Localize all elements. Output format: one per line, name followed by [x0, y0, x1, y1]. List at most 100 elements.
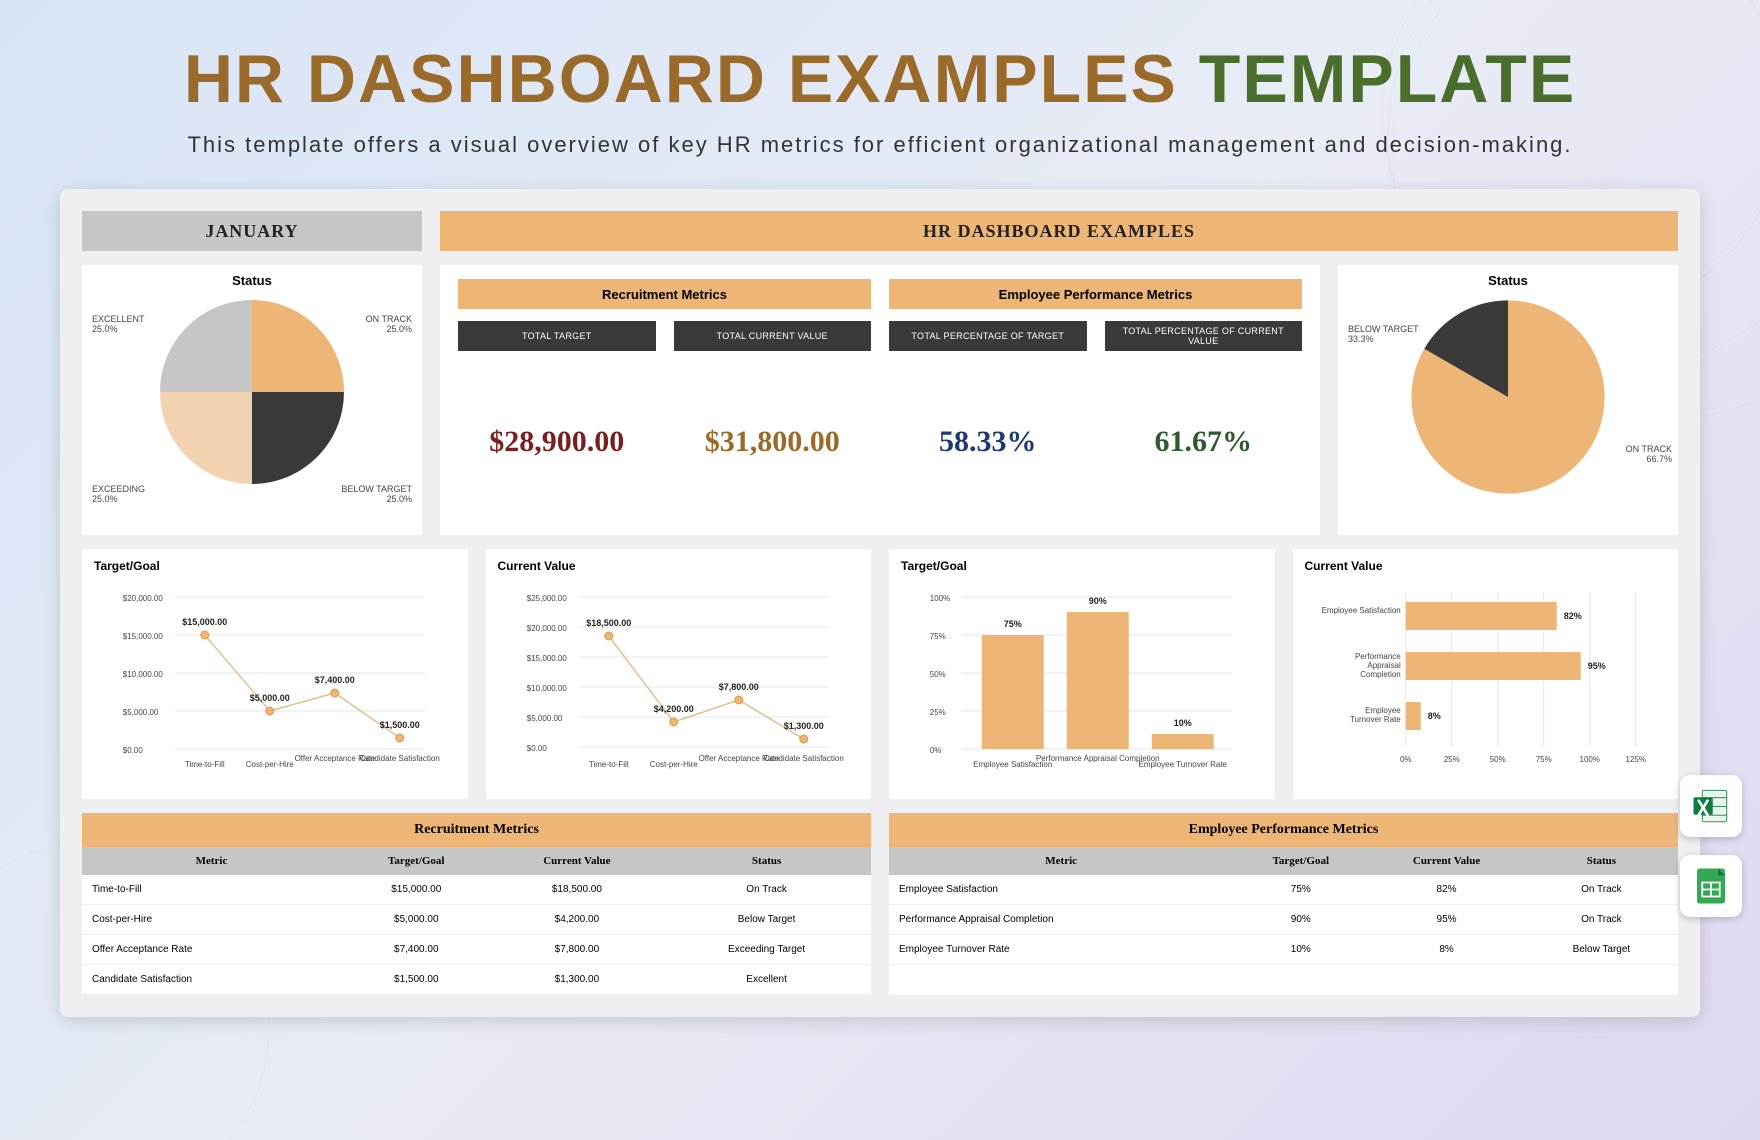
pie1-label-below: BELOW TARGET25.0%: [341, 485, 412, 505]
svg-text:Candidate Satisfaction: Candidate Satisfaction: [360, 754, 440, 763]
svg-text:$10,000.00: $10,000.00: [123, 670, 164, 679]
svg-text:75%: 75%: [1535, 755, 1551, 764]
metric-sub-total-current: TOTAL CURRENT VALUE: [674, 321, 872, 351]
svg-text:Performance: Performance: [1354, 652, 1400, 661]
mini1-title: Target/Goal: [94, 559, 456, 573]
tbl2-col-status: Status: [1525, 847, 1678, 875]
pie1-title: Status: [92, 273, 412, 288]
svg-text:Employee Turnover Rate: Employee Turnover Rate: [1139, 760, 1228, 769]
svg-text:Time-to-Fill: Time-to-Fill: [185, 760, 225, 769]
metric-sub-pct-current: TOTAL PERCENTAGE OF CURRENT VALUE: [1105, 321, 1303, 351]
svg-text:$18,500.00: $18,500.00: [586, 618, 631, 628]
svg-text:$4,200.00: $4,200.00: [653, 704, 693, 714]
svg-text:$1,500.00: $1,500.00: [380, 720, 420, 730]
svg-text:$20,000.00: $20,000.00: [526, 624, 567, 633]
pie2-svg: [1403, 292, 1613, 502]
tbl2-col-metric: Metric: [889, 847, 1233, 875]
chart-target-performance: Target/Goal 100% 75% 50% 25% 0%: [889, 549, 1275, 799]
svg-text:Appraisal: Appraisal: [1367, 661, 1401, 670]
excel-icon: [1680, 775, 1742, 837]
chart-current-performance: Current Value 82% 95% 8%: [1293, 549, 1679, 799]
svg-text:$5,000.00: $5,000.00: [250, 693, 290, 703]
mini4-title: Current Value: [1305, 559, 1667, 573]
table-row: Offer Acceptance Rate$7,400.00$7,800.00E…: [82, 935, 871, 965]
svg-text:Completion: Completion: [1360, 670, 1400, 679]
svg-text:$10,000.00: $10,000.00: [526, 684, 567, 693]
metric-val-pct-target: 58.33%: [889, 363, 1087, 521]
tbl2-header: Employee Performance Metrics: [889, 813, 1678, 847]
tbl1-col-metric: Metric: [82, 847, 341, 875]
metrics-group2: Employee Performance Metrics: [889, 279, 1302, 309]
page-subtitle: This template offers a visual overview o…: [180, 128, 1580, 161]
svg-text:125%: 125%: [1625, 755, 1645, 764]
chart-current-recruitment: Current Value $25,000.00 $20,000.00 $15,…: [486, 549, 872, 799]
svg-text:50%: 50%: [1489, 755, 1505, 764]
svg-text:50%: 50%: [930, 670, 946, 679]
month-header: JANUARY: [82, 211, 422, 251]
main-header: HR DASHBOARD EXAMPLES: [440, 211, 1678, 251]
svg-text:$15,000.00: $15,000.00: [526, 654, 567, 663]
svg-text:Cost-per-Hire: Cost-per-Hire: [649, 760, 698, 769]
metrics-summary: Recruitment Metrics TOTAL TARGET $28,900…: [440, 265, 1320, 535]
svg-text:100%: 100%: [1579, 755, 1599, 764]
metric-val-total-target: $28,900.00: [458, 363, 656, 521]
svg-text:$0.00: $0.00: [526, 744, 547, 753]
page-title: HR DASHBOARD EXAMPLES TEMPLATE: [60, 40, 1700, 118]
tbl1-col-current: Current Value: [492, 847, 663, 875]
svg-text:75%: 75%: [1004, 619, 1022, 629]
svg-text:$15,000.00: $15,000.00: [182, 617, 227, 627]
svg-text:8%: 8%: [1427, 711, 1440, 721]
svg-text:$15,000.00: $15,000.00: [123, 632, 164, 641]
svg-text:$5,000.00: $5,000.00: [123, 708, 159, 717]
svg-text:0%: 0%: [930, 746, 942, 755]
svg-text:100%: 100%: [930, 594, 950, 603]
svg-text:Turnover Rate: Turnover Rate: [1349, 715, 1400, 724]
svg-text:$0.00: $0.00: [123, 746, 144, 755]
pie2-label-below: BELOW TARGET33.3%: [1348, 325, 1419, 345]
table-row: Performance Appraisal Completion90%95%On…: [889, 905, 1678, 935]
tbl1-col-target: Target/Goal: [341, 847, 492, 875]
pie1-label-exceeding: EXCEEDING25.0%: [92, 485, 145, 505]
table-row: Employee Satisfaction75%82%On Track: [889, 875, 1678, 905]
tbl1-col-status: Status: [662, 847, 871, 875]
svg-text:$25,000.00: $25,000.00: [526, 594, 567, 603]
svg-text:Employee: Employee: [1365, 706, 1401, 715]
table-performance-metrics: Employee Performance Metrics Metric Targ…: [889, 813, 1678, 995]
tbl2-col-current: Current Value: [1368, 847, 1525, 875]
svg-text:Employee Satisfaction: Employee Satisfaction: [1321, 606, 1400, 615]
metric-val-total-current: $31,800.00: [674, 363, 872, 521]
metric-val-pct-current: 61.67%: [1105, 363, 1303, 521]
svg-text:$20,000.00: $20,000.00: [123, 594, 164, 603]
svg-text:Candidate Satisfaction: Candidate Satisfaction: [763, 754, 843, 763]
svg-text:Time-to-Fill: Time-to-Fill: [588, 760, 628, 769]
sheets-icon: [1680, 855, 1742, 917]
svg-text:75%: 75%: [930, 632, 946, 641]
svg-text:95%: 95%: [1587, 661, 1605, 671]
svg-text:$1,300.00: $1,300.00: [783, 721, 823, 731]
app-badges: [1680, 775, 1742, 917]
pie2-title: Status: [1348, 273, 1668, 288]
metric-sub-pct-target: TOTAL PERCENTAGE OF TARGET: [889, 321, 1087, 351]
status-pie-january: Status EXCELLENT25.0% ON TRACK25.0% EXCE…: [82, 265, 422, 535]
pie2-label-ontrack: ON TRACK66.7%: [1626, 445, 1672, 465]
table-row: Time-to-Fill$15,000.00$18,500.00On Track: [82, 875, 871, 905]
svg-text:25%: 25%: [930, 708, 946, 717]
mini3-title: Target/Goal: [901, 559, 1263, 573]
title-accent: TEMPLATE: [1199, 41, 1576, 117]
pie1-svg: [152, 292, 352, 492]
status-pie-performance: Status BELOW TARGET33.3% ON TRACK66.7%: [1338, 265, 1678, 535]
table-row: Candidate Satisfaction$1,500.00$1,300.00…: [82, 965, 871, 995]
dashboard-board: JANUARY HR DASHBOARD EXAMPLES Status EXC…: [60, 189, 1700, 1017]
tbl2-col-target: Target/Goal: [1233, 847, 1368, 875]
metric-sub-total-target: TOTAL TARGET: [458, 321, 656, 351]
svg-text:$7,800.00: $7,800.00: [718, 682, 758, 692]
svg-text:$7,400.00: $7,400.00: [315, 675, 355, 685]
svg-text:82%: 82%: [1563, 611, 1581, 621]
svg-text:10%: 10%: [1174, 718, 1192, 728]
svg-text:25%: 25%: [1443, 755, 1459, 764]
table-recruitment-metrics: Recruitment Metrics Metric Target/Goal C…: [82, 813, 871, 995]
table-row: Cost-per-Hire$5,000.00$4,200.00Below Tar…: [82, 905, 871, 935]
svg-text:0%: 0%: [1399, 755, 1411, 764]
metrics-group1: Recruitment Metrics: [458, 279, 871, 309]
mini2-title: Current Value: [498, 559, 860, 573]
